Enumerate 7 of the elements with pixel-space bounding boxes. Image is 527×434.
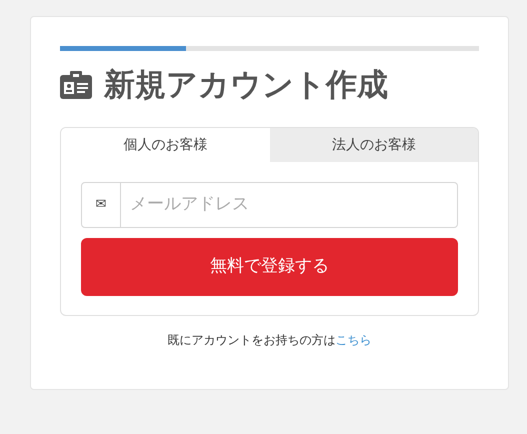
login-prompt: 既にアカウントをお持ちの方は こちら bbox=[166, 332, 372, 349]
tab[interactable]: 法人のお客様 bbox=[270, 128, 478, 162]
register-button[interactable]: 無料で登録する bbox=[81, 238, 458, 296]
id-badge-icon bbox=[60, 71, 92, 99]
email-field[interactable]: メールアドレス bbox=[121, 182, 458, 228]
envelope-icon: ✉ bbox=[81, 182, 121, 228]
page-title: 新規アカウント作成 bbox=[104, 70, 388, 100]
